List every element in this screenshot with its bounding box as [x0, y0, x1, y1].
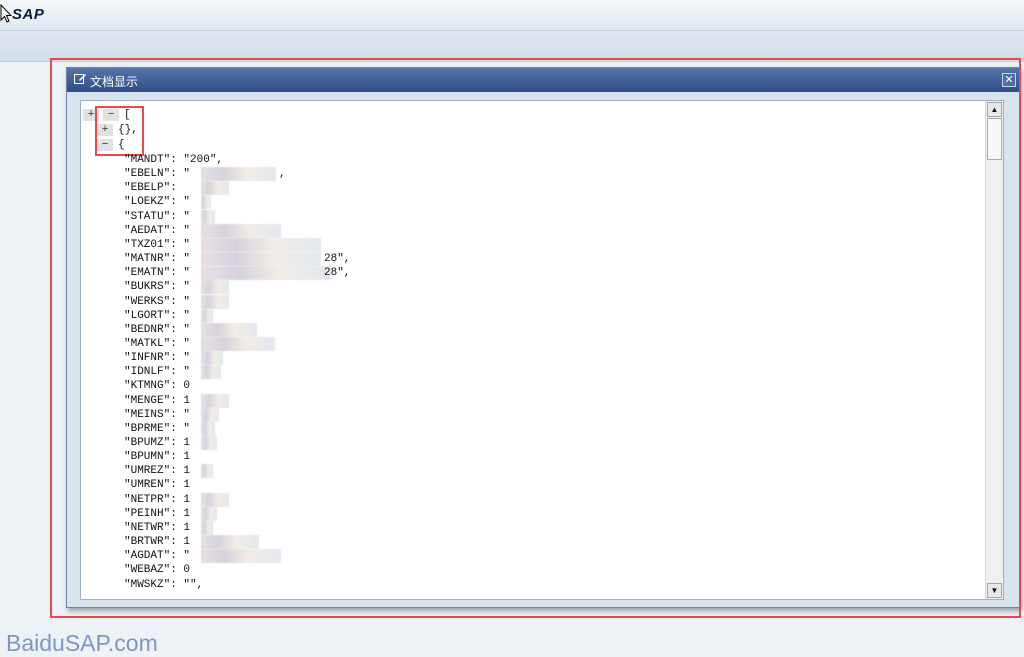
vertical-scrollbar[interactable]: ▲ ▼ — [985, 101, 1003, 599]
redacted-value — [201, 224, 281, 238]
json-line: "MANDT": "200", — [124, 154, 224, 166]
document-display-dialog: 文档显示 ✕ + − [ + {}, − { "MANDT": "200", "E… — [66, 67, 1020, 608]
root-open-bracket: [ — [124, 109, 131, 121]
json-line: "EBELN": " — [124, 168, 191, 180]
expand-toggle-item-1[interactable]: + — [97, 124, 113, 136]
redacted-value — [201, 436, 217, 450]
redacted-value — [201, 365, 221, 379]
json-line: "NETPR": 1 — [124, 494, 191, 506]
close-button[interactable]: ✕ — [1002, 73, 1016, 87]
json-line: "MATKL": " — [124, 338, 191, 350]
collapsed-object: {}, — [118, 124, 138, 136]
json-line: "BEDNR": " — [124, 324, 191, 336]
json-line: "LOEKZ": " — [124, 196, 191, 208]
redacted-value — [201, 252, 321, 266]
ebeln-trailing: , — [279, 168, 286, 180]
json-line: "PEINH": 1 — [124, 508, 191, 520]
json-line: "INFNR": " — [124, 352, 191, 364]
json-line: "TXZ01": " — [124, 239, 191, 251]
watermark: BaiduSAP.com — [6, 630, 158, 656]
json-line: "UMREN": 1 — [124, 479, 191, 491]
json-line: "LGORT": " — [124, 310, 191, 322]
redacted-value — [201, 408, 219, 422]
expand-toggle-root[interactable]: + — [83, 109, 99, 121]
json-line: "MEINS": " — [124, 409, 191, 421]
json-line: "MATNR": " — [124, 253, 191, 265]
json-content: + − [ + {}, − { "MANDT": "200", "EBELN": … — [81, 101, 985, 599]
application-toolbar — [0, 31, 1024, 62]
redacted-value — [201, 535, 259, 549]
redacted-value — [201, 210, 215, 224]
ematn-trailing: 28", — [324, 267, 351, 279]
json-line: "BPUMN": 1 — [124, 451, 191, 463]
scroll-thumb[interactable] — [987, 118, 1002, 160]
json-line: "WERKS": " — [124, 296, 191, 308]
redacted-value — [201, 549, 281, 563]
json-line: "UMREZ": 1 — [124, 465, 191, 477]
json-line: "MWSKZ": "", — [124, 579, 204, 591]
collapse-toggle-root[interactable]: − — [103, 109, 119, 121]
json-line: "NETWR": 1 — [124, 522, 191, 534]
json-line: "IDNLF": " — [124, 366, 191, 378]
open-object-brace: { — [118, 139, 125, 151]
json-line: "BRTWR": 1 — [124, 536, 191, 548]
redacted-value — [201, 507, 217, 521]
scroll-up-arrow-icon[interactable]: ▲ — [987, 102, 1002, 117]
dialog-title: 文档显示 — [90, 75, 139, 89]
json-line: "KTMNG": 0 — [124, 380, 191, 392]
redacted-value — [201, 493, 229, 507]
redacted-value — [201, 309, 213, 323]
redacted-value — [201, 181, 229, 195]
mouse-cursor-icon — [0, 4, 12, 23]
json-line: "BPUMZ": 1 — [124, 437, 191, 449]
redacted-value — [201, 521, 213, 535]
json-line: "WEBAZ": 0 — [124, 564, 191, 576]
redacted-value — [201, 195, 211, 209]
json-viewer: + − [ + {}, − { "MANDT": "200", "EBELN": … — [80, 100, 1004, 600]
json-line: "AEDAT": " — [124, 225, 191, 237]
json-line: "EMATN": " — [124, 267, 191, 279]
sap-header: SAP — [0, 0, 1024, 31]
redacted-value — [201, 266, 331, 280]
redacted-value — [201, 323, 257, 337]
document-edit-icon — [74, 74, 86, 84]
json-line: "EBELP": — [124, 182, 184, 194]
json-line: "BUKRS": " — [124, 281, 191, 293]
matnr-trailing: 28", — [324, 253, 351, 265]
redacted-value — [201, 337, 275, 351]
sap-logo: SAP — [12, 6, 45, 23]
redacted-value — [201, 464, 213, 478]
redacted-value — [201, 167, 276, 181]
redacted-value — [201, 422, 215, 436]
redacted-value — [201, 238, 321, 252]
json-line: "MENGE": 1 — [124, 395, 191, 407]
redacted-value — [201, 280, 229, 294]
collapse-toggle-item-2[interactable]: − — [97, 139, 113, 151]
dialog-titlebar[interactable]: 文档显示 ✕ — [67, 68, 1019, 92]
json-line: "AGDAT": " — [124, 550, 191, 562]
redacted-value — [201, 351, 223, 365]
redacted-value — [201, 394, 229, 408]
json-line: "BPRME": " — [124, 423, 191, 435]
scroll-down-arrow-icon[interactable]: ▼ — [987, 583, 1002, 598]
redacted-value — [201, 295, 229, 309]
json-line: "STATU": " — [124, 211, 191, 223]
